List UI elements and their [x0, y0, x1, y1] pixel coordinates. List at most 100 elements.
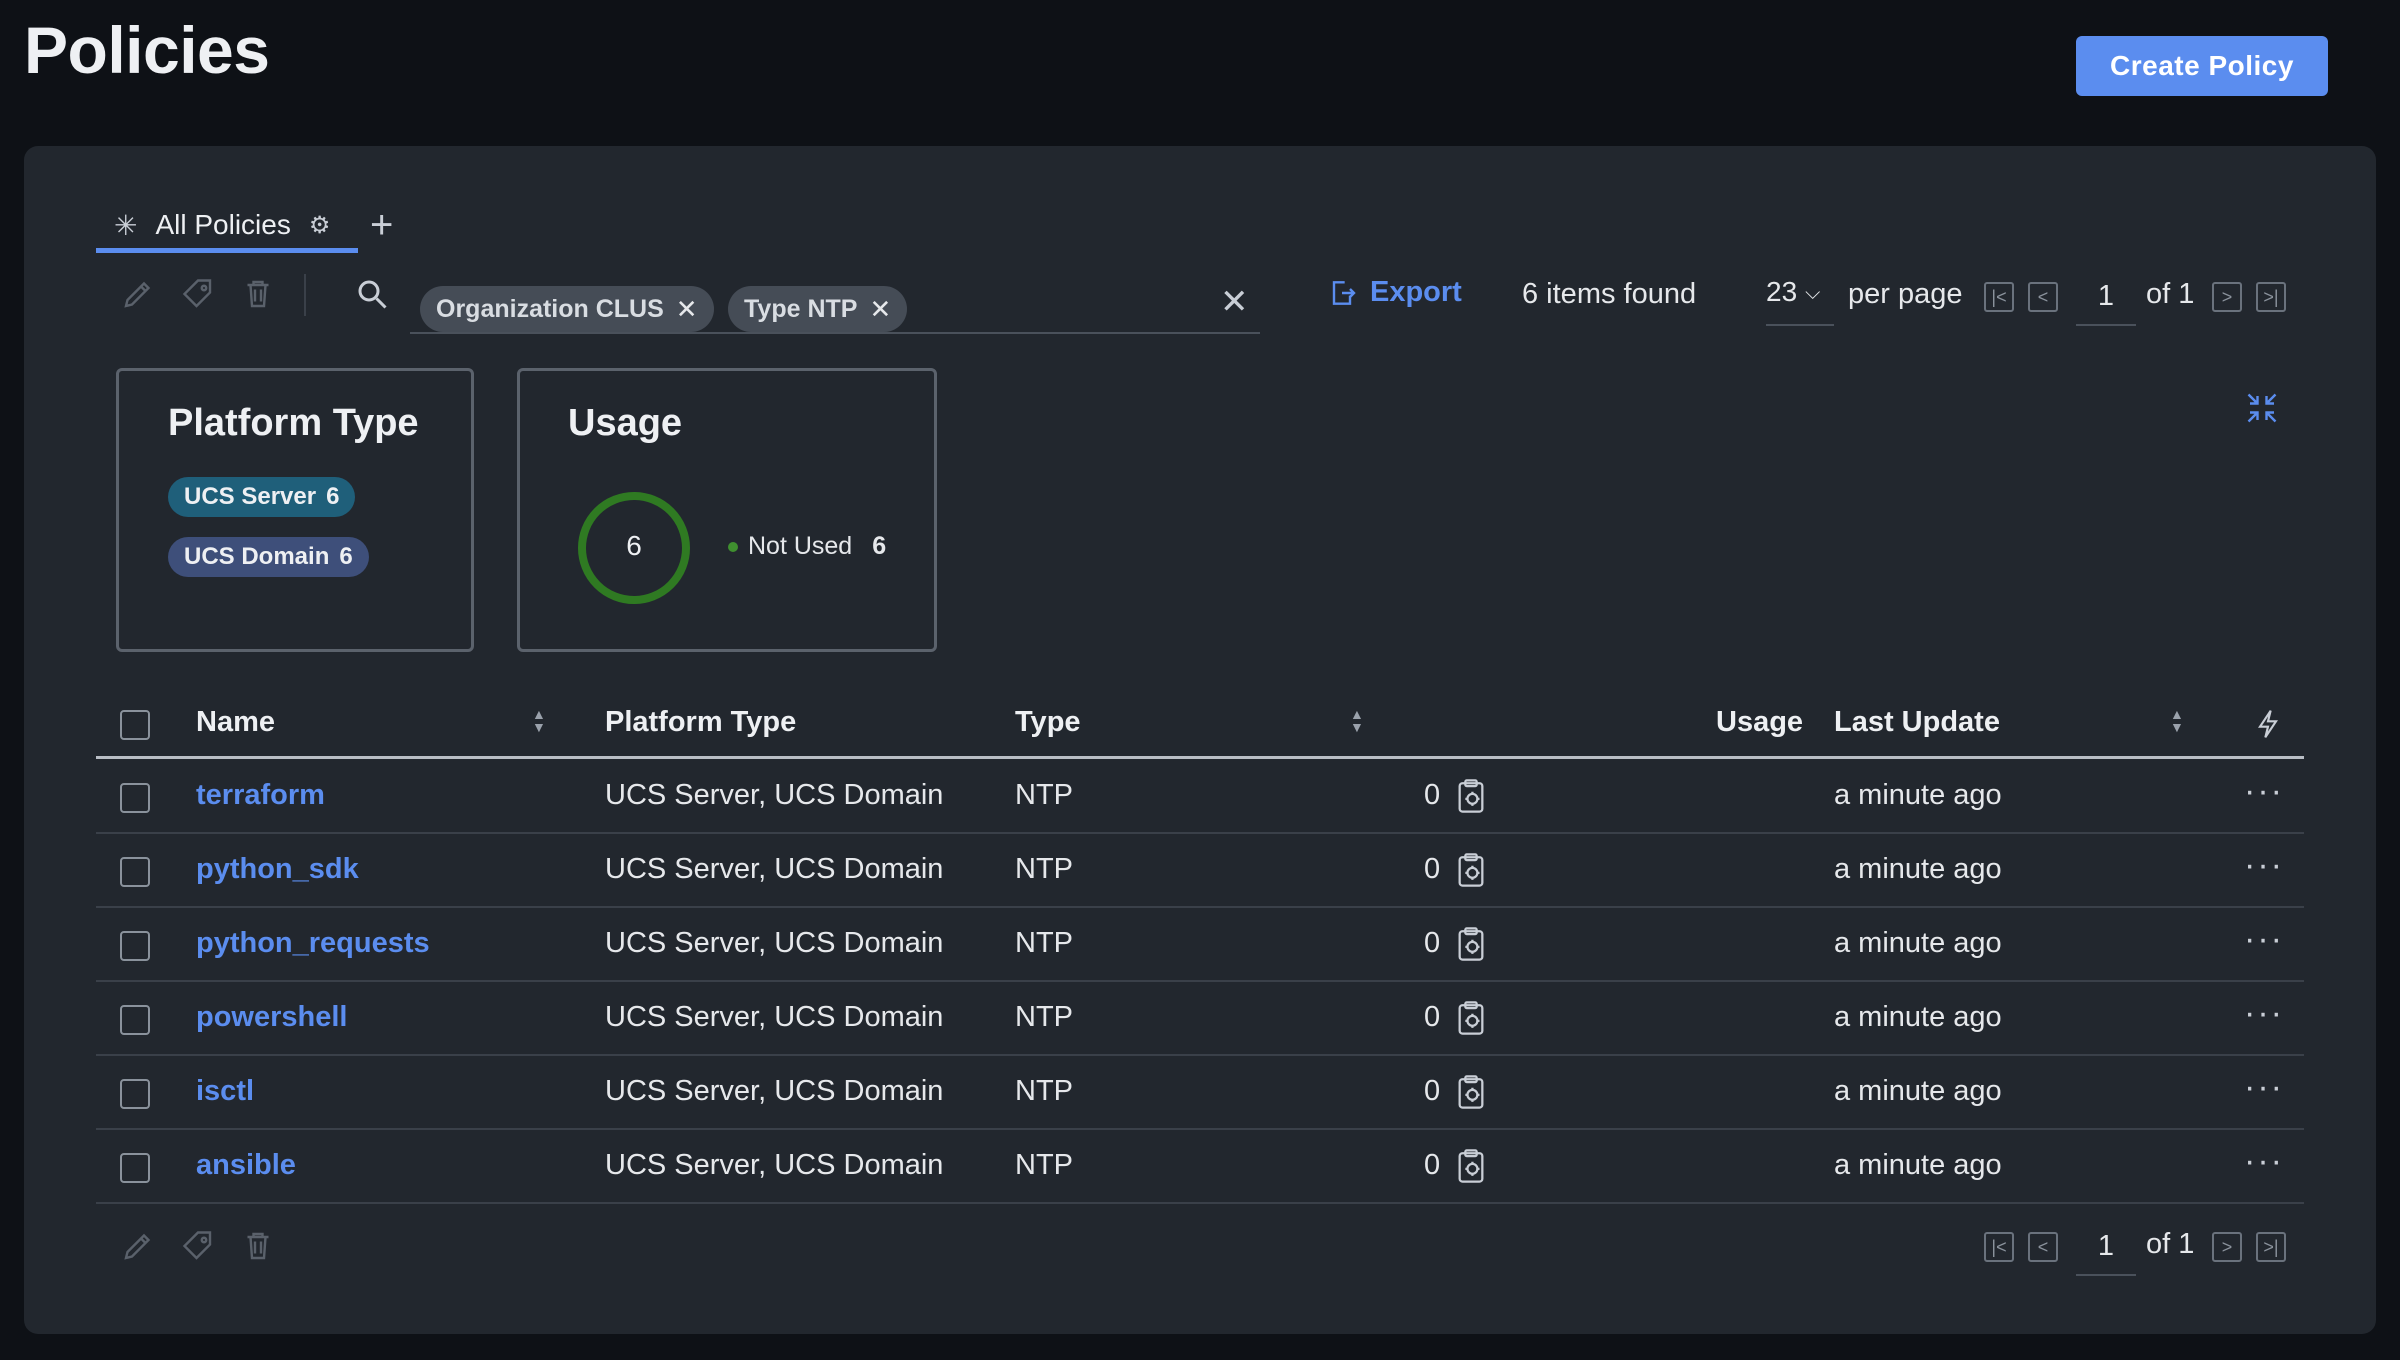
row-divider [96, 1202, 2304, 1204]
type-cell: NTP [1015, 853, 1073, 885]
row-checkbox[interactable] [120, 1153, 150, 1183]
search-input[interactable] [410, 332, 1260, 334]
more-icon[interactable]: ··· [2244, 922, 2284, 956]
badge-count: 6 [339, 543, 353, 570]
row-checkbox[interactable] [120, 931, 150, 961]
clear-filters-button[interactable]: ✕ [1220, 282, 1249, 322]
row-checkbox[interactable] [120, 1079, 150, 1109]
usage-report-icon[interactable] [1454, 1147, 1488, 1185]
export-button[interactable]: Export [1326, 276, 1462, 309]
usage-report-icon[interactable] [1454, 999, 1488, 1037]
usage-report-icon[interactable] [1454, 1073, 1488, 1111]
page-input[interactable]: 1 [2076, 1226, 2136, 1276]
column-header-type[interactable]: Type [1015, 706, 1081, 739]
platform-type-cell: UCS Server, UCS Domain [605, 927, 944, 959]
policy-name-link[interactable]: powershell [196, 1001, 348, 1034]
tag-icon[interactable] [180, 276, 216, 312]
platform-type-cell: UCS Server, UCS Domain [605, 779, 944, 811]
last-update-cell: a minute ago [1834, 853, 2002, 885]
edit-icon[interactable] [120, 1228, 156, 1264]
next-page-icon[interactable]: > [2212, 282, 2242, 312]
next-page-icon[interactable]: > [2212, 1232, 2242, 1262]
sort-icon[interactable]: ▲ ▼ [2170, 707, 2184, 734]
bolt-icon[interactable] [2252, 706, 2284, 742]
trash-icon[interactable] [240, 1228, 276, 1264]
platform-type-cell: UCS Server, UCS Domain [605, 853, 944, 885]
items-found: 6 items found [1522, 278, 1697, 310]
filter-chip-organization[interactable]: Organization CLUS ✕ [420, 286, 714, 332]
platform-badge-ucs-domain[interactable]: UCS Domain 6 [168, 537, 369, 577]
row-divider [96, 1054, 2304, 1056]
usage-report-icon[interactable] [1454, 925, 1488, 963]
usage-legend-not-used[interactable]: Not Used 6 [728, 532, 886, 561]
page-count: of 1 [2146, 278, 2195, 310]
edit-icon[interactable] [120, 276, 156, 312]
policy-name-link[interactable]: isctl [196, 1075, 254, 1108]
search-icon[interactable] [354, 276, 390, 312]
usage-title: Usage [568, 402, 683, 444]
asterisk-icon: ✳ [114, 209, 138, 241]
close-icon[interactable]: ✕ [676, 294, 698, 325]
export-label: Export [1370, 276, 1462, 308]
per-page-select[interactable]: 23 ⌵ [1766, 276, 1834, 326]
select-all-checkbox[interactable] [120, 710, 150, 740]
usage-cell: 0 [1424, 1001, 1441, 1033]
page-count: of 1 [2146, 1228, 2195, 1260]
more-icon[interactable]: ··· [2244, 848, 2284, 882]
row-divider [96, 1128, 2304, 1130]
row-checkbox[interactable] [120, 857, 150, 887]
policy-name-link[interactable]: ansible [196, 1149, 296, 1182]
column-header-name[interactable]: Name [196, 706, 275, 739]
platform-badge-ucs-server[interactable]: UCS Server 6 [168, 477, 356, 517]
active-tab-indicator [96, 248, 358, 253]
policies-panel [24, 146, 2376, 1334]
policy-name-link[interactable]: terraform [196, 779, 325, 812]
collapse-icon[interactable] [2244, 390, 2280, 426]
last-update-cell: a minute ago [1834, 1149, 2002, 1181]
last-page-icon[interactable]: >| [2256, 282, 2286, 312]
sort-icon[interactable]: ▲ ▼ [532, 707, 546, 734]
platform-type-cell: UCS Server, UCS Domain [605, 1075, 944, 1107]
more-icon[interactable]: ··· [2244, 1070, 2284, 1104]
column-header-platform-type: Platform Type [605, 706, 797, 738]
usage-report-icon[interactable] [1454, 851, 1488, 889]
type-cell: NTP [1015, 779, 1073, 811]
legend-dot [728, 541, 738, 552]
usage-cell: 0 [1424, 853, 1441, 885]
more-icon[interactable]: ··· [2244, 774, 2284, 808]
last-update-cell: a minute ago [1834, 1001, 2002, 1033]
gear-icon[interactable]: ⚙ [309, 211, 331, 240]
trash-icon[interactable] [240, 276, 276, 312]
first-page-icon[interactable]: |< [1984, 1232, 2014, 1262]
create-policy-button[interactable]: Create Policy [2076, 36, 2328, 96]
column-header-last-update[interactable]: Last Update [1834, 706, 2000, 739]
type-cell: NTP [1015, 927, 1073, 959]
page-input[interactable]: 1 [2076, 276, 2136, 326]
more-icon[interactable]: ··· [2244, 996, 2284, 1030]
first-page-icon[interactable]: |< [1984, 282, 2014, 312]
last-page-icon[interactable]: >| [2256, 1232, 2286, 1262]
sort-icon[interactable]: ▲ ▼ [1350, 707, 1364, 734]
filter-chip-type[interactable]: Type NTP ✕ [728, 286, 908, 332]
tag-icon[interactable] [180, 1228, 216, 1264]
row-divider [96, 832, 2304, 834]
per-page-value: 23 [1766, 276, 1798, 307]
type-cell: NTP [1015, 1001, 1073, 1033]
policy-name-link[interactable]: python_sdk [196, 853, 359, 886]
row-divider [96, 906, 2304, 908]
tab-label: All Policies [155, 209, 291, 240]
row-checkbox[interactable] [120, 783, 150, 813]
prev-page-icon[interactable]: < [2028, 282, 2058, 312]
row-checkbox[interactable] [120, 1005, 150, 1035]
legend-label: Not Used [748, 532, 853, 560]
chevron-down-icon: ⌵ [1805, 282, 1821, 304]
close-icon[interactable]: ✕ [869, 294, 891, 325]
tab-all-policies[interactable]: ✳ All Policies ⚙ [96, 200, 330, 250]
policy-name-link[interactable]: python_requests [196, 927, 430, 960]
usage-report-icon[interactable] [1454, 777, 1488, 815]
last-update-cell: a minute ago [1834, 779, 2002, 811]
add-tab-button[interactable]: + [370, 200, 393, 250]
prev-page-icon[interactable]: < [2028, 1232, 2058, 1262]
last-update-cell: a minute ago [1834, 927, 2002, 959]
more-icon[interactable]: ··· [2244, 1144, 2284, 1178]
